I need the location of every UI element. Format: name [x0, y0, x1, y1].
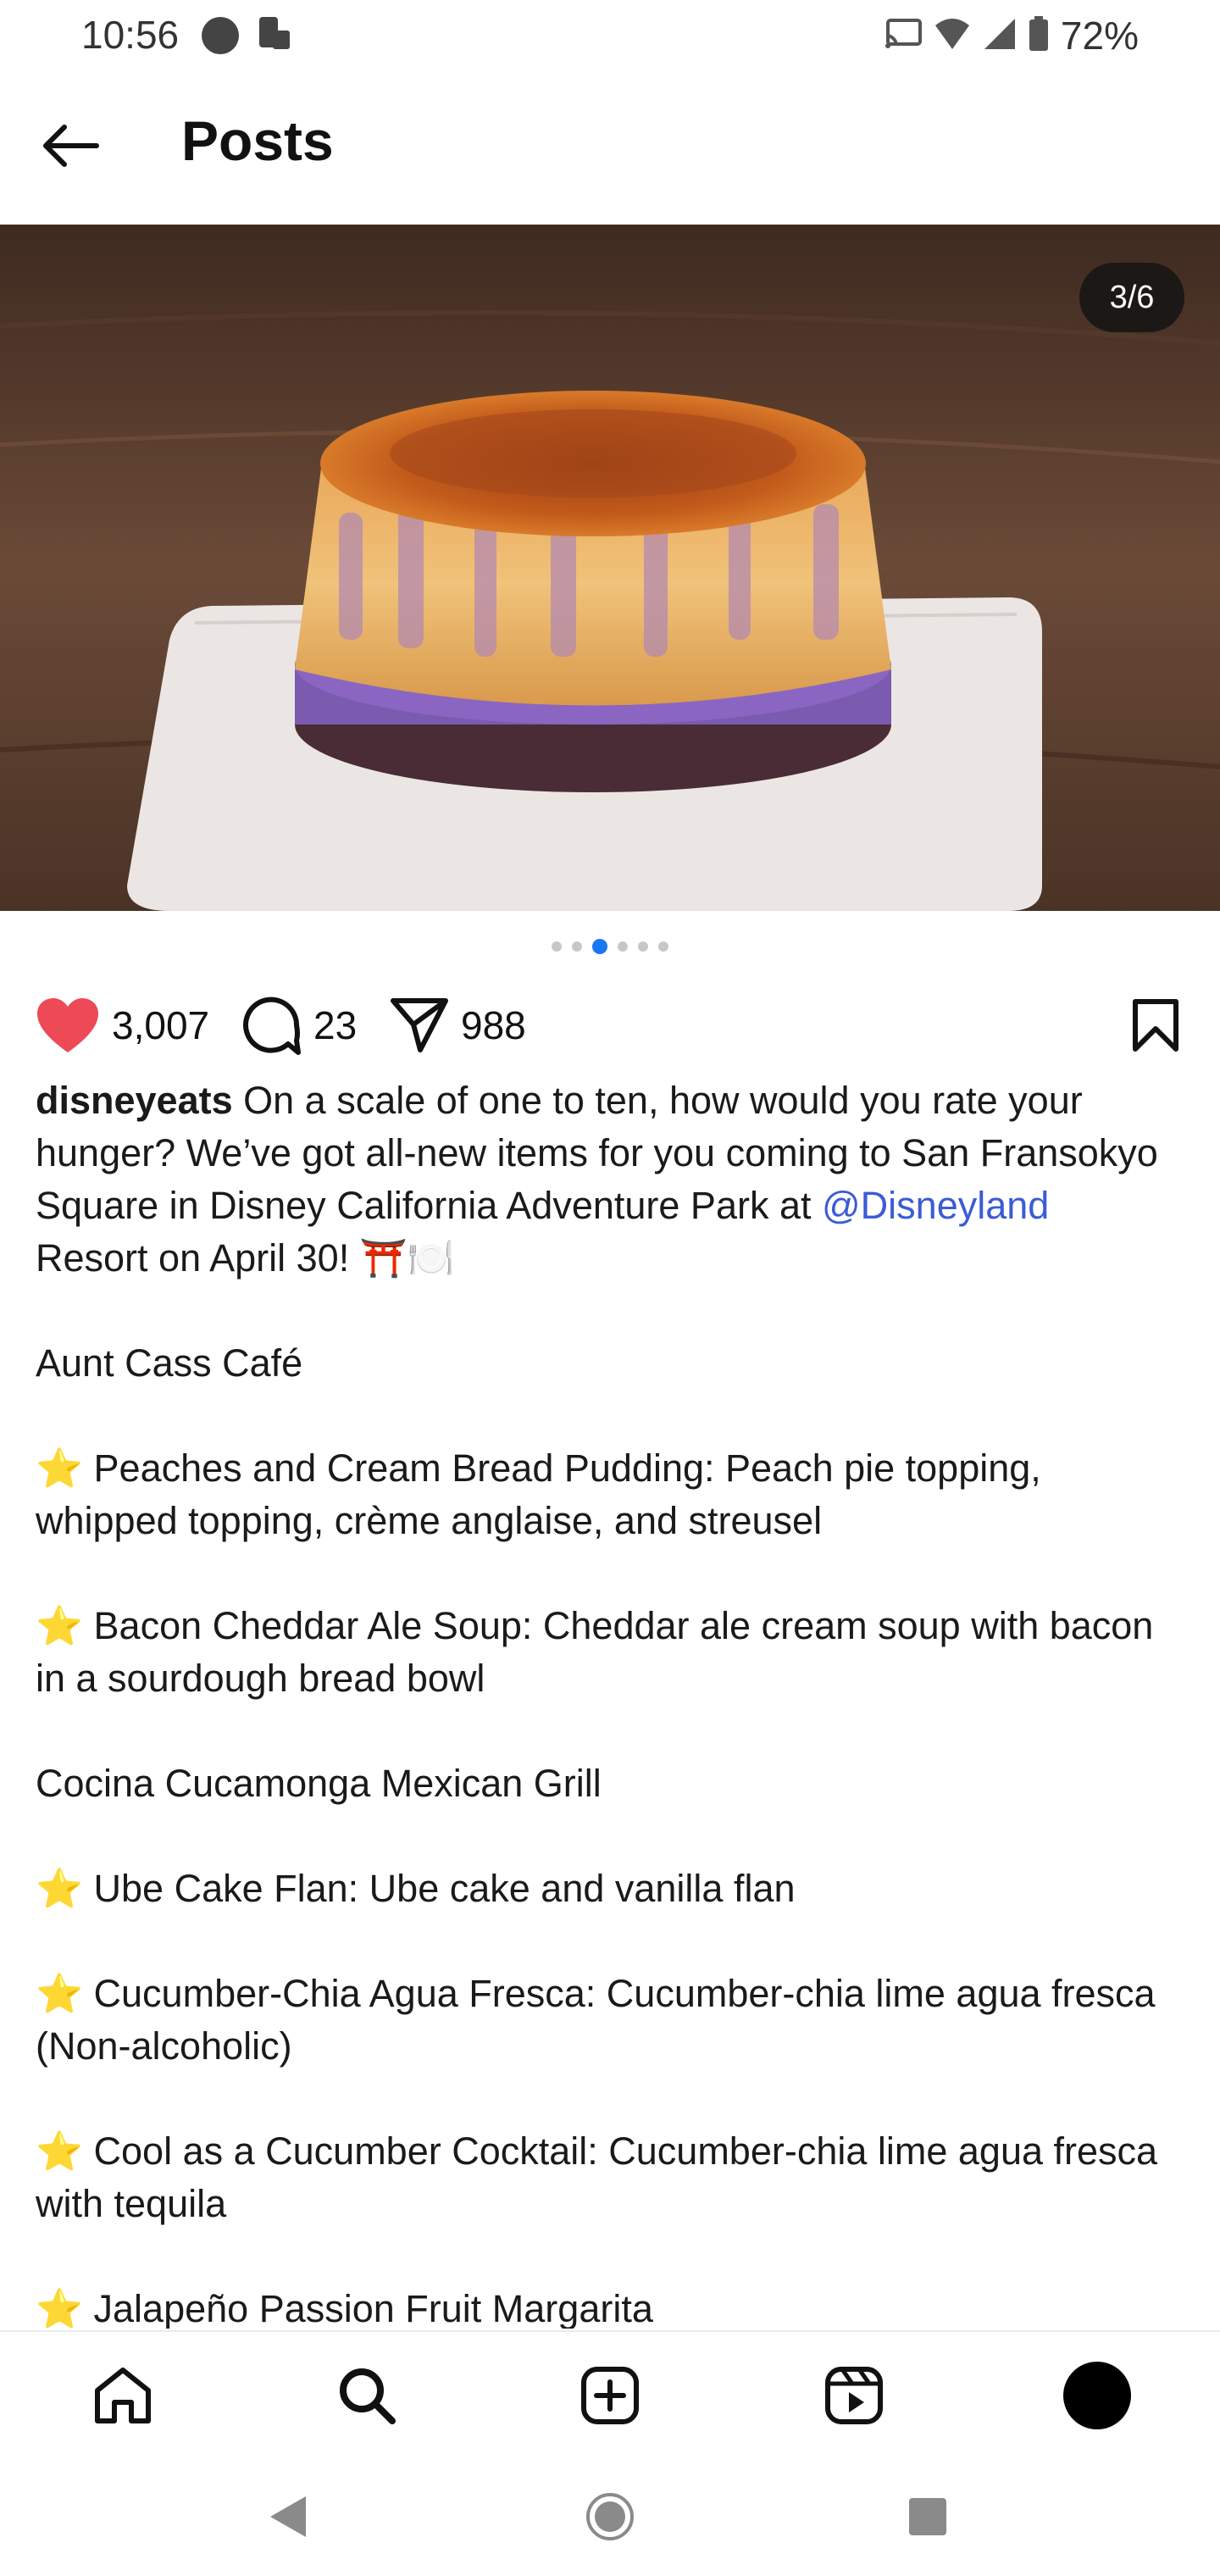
avatar [1063, 2362, 1131, 2429]
menu-item: ⭐ Cucumber-Chia Agua Fresca: Cucumber-ch… [36, 1968, 1171, 2073]
battery-percentage: 72% [1060, 14, 1139, 58]
menu-item-text: Jalapeño Passion Fruit Margarita [83, 2287, 653, 2329]
bookmark-icon [1133, 999, 1178, 1052]
page-title: Posts [181, 109, 334, 172]
menu-item-text: Ube Cake Flan: Ube cake and vanilla flan [83, 1867, 796, 1910]
carousel-dot-active [592, 939, 607, 954]
carousel-dot [638, 941, 648, 952]
carousel-dot [552, 941, 562, 952]
nav-profile[interactable] [1059, 2357, 1135, 2434]
heart-icon[interactable] [36, 997, 100, 1054]
like-action[interactable]: 3,007 [36, 983, 209, 1068]
cast-icon [884, 18, 922, 53]
post-caption: disneyeats On a scale of one to ten, how… [36, 1074, 1171, 2329]
nav-home[interactable] [85, 2357, 161, 2434]
back-button[interactable] [34, 110, 105, 181]
menu-item: ⭐ Jalapeño Passion Fruit Margarita [36, 2283, 1171, 2329]
battery-icon [1029, 15, 1049, 56]
star-icon: ⭐ [36, 1446, 84, 1490]
section-title: Cocina Cucamonga Mexican Grill [36, 1762, 602, 1805]
comment-action[interactable]: 23 [241, 983, 357, 1068]
share-action[interactable]: 988 [390, 983, 526, 1068]
nav-reels[interactable] [816, 2357, 892, 2434]
square-recents-icon [909, 2498, 946, 2535]
carousel-indicator [0, 936, 1220, 957]
menu-item: ⭐ Peaches and Cream Bread Pudding: Peach… [36, 1442, 1171, 1547]
system-navigation-bar [0, 2457, 1220, 2576]
plus-square-icon [581, 2367, 639, 2424]
top-app-bar: Posts [0, 85, 1220, 203]
carousel-dot [618, 941, 628, 952]
like-count[interactable]: 3,007 [112, 1002, 209, 1048]
menu-item: ⭐ Cool as a Cucumber Cocktail: Cucumber-… [36, 2125, 1171, 2230]
menu-item-text: Cucumber-Chia Agua Fresca: Cucumber-chia… [36, 1972, 1156, 2068]
reels-icon [825, 2367, 883, 2424]
nav-create[interactable] [572, 2357, 648, 2434]
star-icon: ⭐ [36, 1867, 84, 1910]
mention-link[interactable]: @Disneyland [822, 1184, 1049, 1227]
star-icon: ⭐ [36, 1972, 84, 2015]
carousel-dot [658, 941, 668, 952]
notification-b-icon [254, 14, 293, 61]
post-image[interactable]: 3/6 [0, 225, 1220, 911]
star-icon: ⭐ [36, 2287, 84, 2329]
star-icon: ⭐ [36, 1604, 84, 1647]
bottom-navigation [0, 2330, 1220, 2459]
status-icons: 72% [884, 12, 1139, 59]
post-actions: 3,007 23 988 [0, 983, 1220, 1068]
status-time: 10:56 [81, 13, 180, 57]
search-icon [340, 2368, 396, 2424]
comment-count[interactable]: 23 [313, 1002, 357, 1048]
wifi-icon [934, 17, 971, 55]
triangle-back-icon [270, 2496, 306, 2537]
nav-search[interactable] [329, 2357, 405, 2434]
caption-intro: disneyeats On a scale of one to ten, how… [36, 1074, 1171, 1285]
menu-item-text: Cool as a Cucumber Cocktail: Cucumber-ch… [36, 2129, 1158, 2225]
menu-item-text: Peaches and Cream Bread Pudding: Peach p… [36, 1446, 1041, 1542]
home-icon [95, 2368, 151, 2423]
caption-username[interactable]: disneyeats [36, 1079, 233, 1122]
menu-item-text: Bacon Cheddar Ale Soup: Cheddar ale crea… [36, 1604, 1154, 1700]
notification-dot-icon [202, 17, 239, 54]
circle-home-icon [586, 2493, 634, 2540]
carousel-dot [572, 941, 582, 952]
menu-item: ⭐ Bacon Cheddar Ale Soup: Cheddar ale cr… [36, 1600, 1171, 1705]
paper-plane-icon[interactable] [390, 996, 449, 1055]
star-icon: ⭐ [36, 2129, 84, 2173]
share-count[interactable]: 988 [461, 1002, 526, 1048]
signal-icon [983, 17, 1017, 55]
arrow-left-icon [43, 125, 99, 167]
flan-cake-photo [0, 225, 1220, 911]
save-button[interactable] [1125, 995, 1186, 1056]
speech-bubble-icon[interactable] [241, 995, 302, 1056]
status-bar: 10:56 72% [0, 0, 1220, 71]
media-counter: 3/6 [1079, 263, 1184, 332]
system-back-button[interactable] [254, 2483, 322, 2551]
menu-item: ⭐ Ube Cake Flan: Ube cake and vanilla fl… [36, 1863, 1171, 1915]
caption-intro-end: Resort on April 30! ⛩️🍽️ [36, 1236, 455, 1280]
system-recents-button[interactable] [894, 2483, 962, 2551]
section-title: Aunt Cass Café [36, 1341, 303, 1385]
system-home-button[interactable] [576, 2483, 644, 2551]
